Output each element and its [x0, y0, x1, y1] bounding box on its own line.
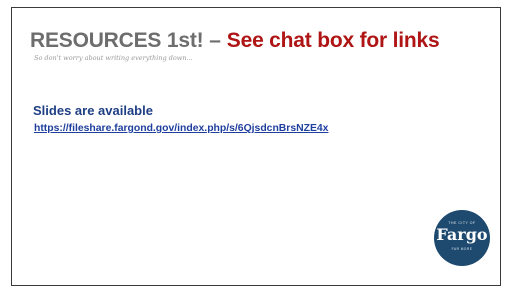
- slide-note: So don't worry about writing everything …: [34, 54, 193, 62]
- slide-title: RESOURCES 1st! – See chat box for links: [30, 29, 440, 53]
- logo-bottom-text: FAR MORE: [451, 247, 473, 251]
- slide: RESOURCES 1st! – See chat box for links …: [11, 7, 501, 286]
- fileshare-link[interactable]: https://fileshare.fargond.gov/index.php/…: [34, 123, 328, 134]
- logo-wordmark: Fargo: [436, 225, 488, 244]
- slide-title-accent: See chat box for links: [226, 29, 440, 52]
- presentation-frame: RESOURCES 1st! – See chat box for links …: [0, 0, 510, 293]
- slide-title-separator: –: [209, 29, 221, 52]
- city-of-fargo-logo: THE CITY OF Fargo FAR MORE: [434, 210, 490, 266]
- slide-title-main: RESOURCES 1st!: [30, 29, 204, 52]
- slides-available-heading: Slides are available: [33, 103, 153, 118]
